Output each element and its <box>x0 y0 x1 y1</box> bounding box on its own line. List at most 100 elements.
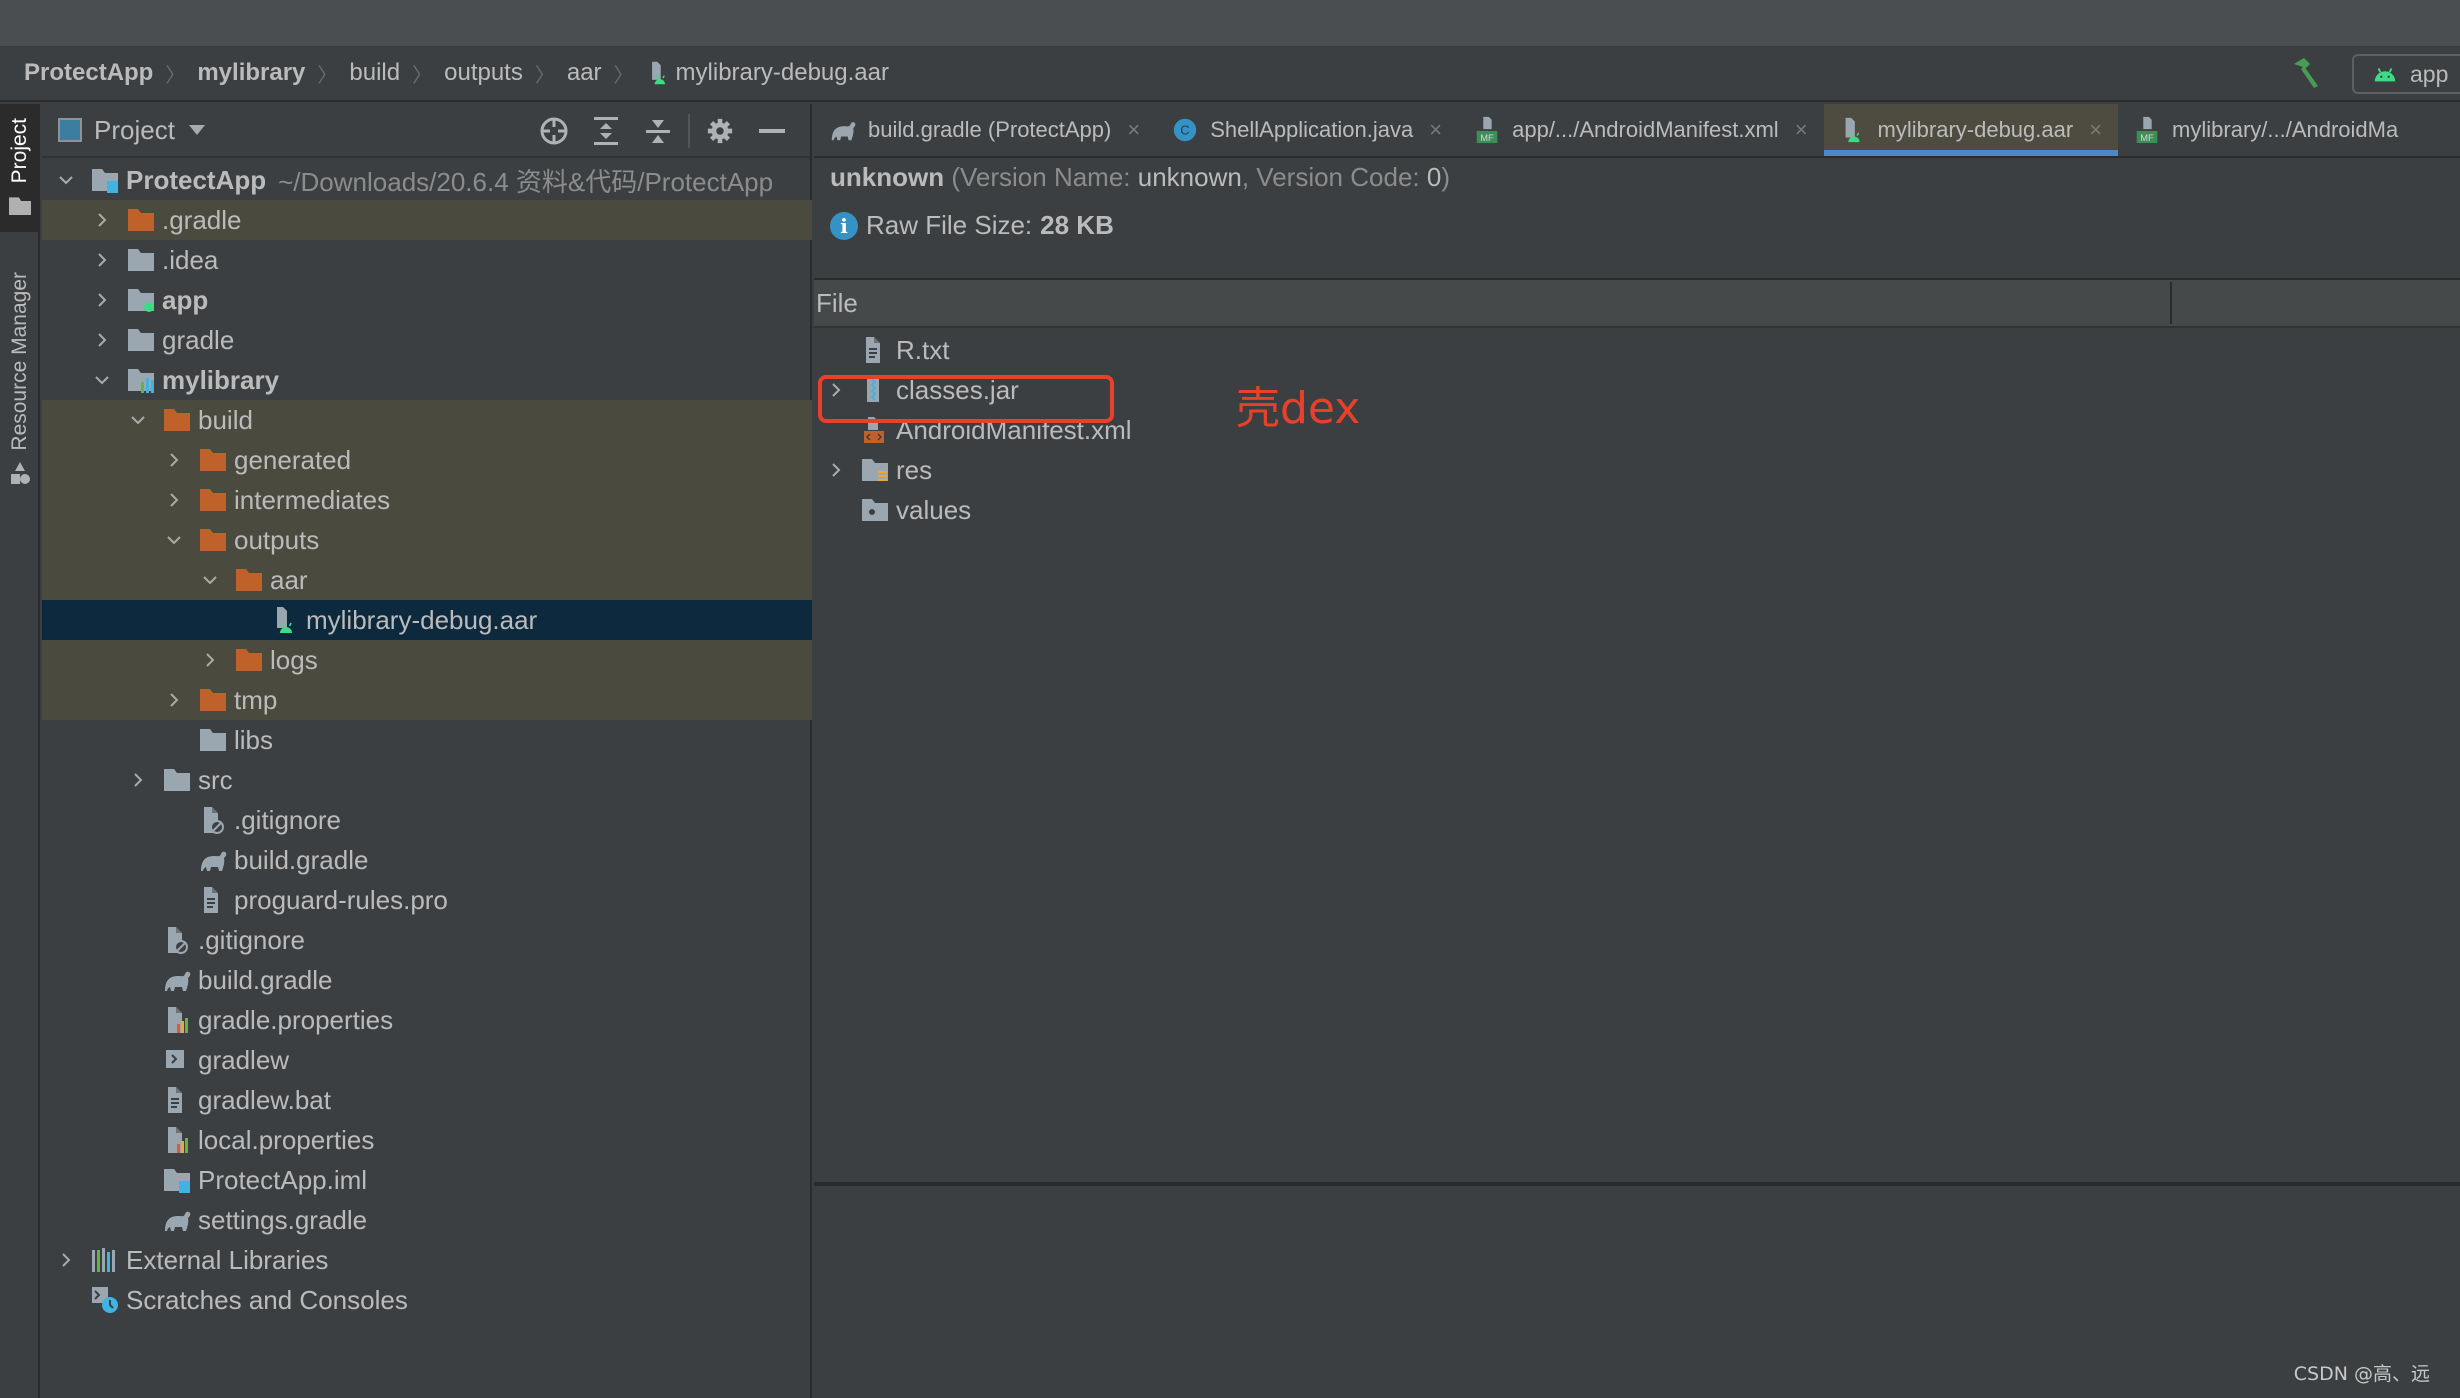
run-config-label: app <box>2410 60 2449 87</box>
breadcrumb-item[interactable]: mylibrary <box>197 59 305 87</box>
tool-tab-resource-manager[interactable]: Resource Manager <box>0 272 40 512</box>
tree-item[interactable]: libs <box>42 720 812 760</box>
tree-item[interactable]: .gradle <box>42 200 812 240</box>
chevron-down-icon[interactable] <box>128 410 148 430</box>
tree-item-label: gradlew <box>198 1044 290 1075</box>
chevron-down-icon[interactable] <box>200 570 220 590</box>
column-divider[interactable] <box>2170 282 2172 324</box>
apk-summary: unknown (Version Name: unknown, Version … <box>830 162 1450 192</box>
breadcrumb-item[interactable]: ProtectApp <box>24 59 153 87</box>
collapse-all-icon[interactable] <box>632 114 684 148</box>
breadcrumb-item[interactable]: outputs <box>444 59 523 87</box>
tree-item[interactable]: gradlew <box>42 1040 812 1080</box>
folder-orange-icon <box>126 206 156 234</box>
tree-item[interactable]: aar <box>42 560 812 600</box>
horizontal-splitter[interactable] <box>814 1182 2460 1186</box>
tree-item[interactable]: ProtectApp ~/Downloads/20.6.4 资料&代码/Prote… <box>42 160 812 200</box>
tree-item[interactable]: ProtectApp.iml <box>42 1160 812 1200</box>
hide-icon[interactable] <box>746 114 798 148</box>
tree-item[interactable]: local.properties <box>42 1120 812 1160</box>
locate-icon[interactable] <box>528 114 580 148</box>
chevron-right-icon[interactable] <box>128 770 148 790</box>
tree-item-label: ProtectApp <box>126 164 267 195</box>
chevron-right-icon[interactable] <box>826 460 846 480</box>
tree-item[interactable]: intermediates <box>42 480 812 520</box>
tree-item-path: ~/Downloads/20.6.4 资料&代码/ProtectApp <box>278 166 774 197</box>
tree-item[interactable]: build.gradle <box>42 960 812 1000</box>
tree-item-label: build.gradle <box>234 844 369 875</box>
tree-item[interactable]: gradle <box>42 320 812 360</box>
tree-item[interactable]: External Libraries <box>42 1240 812 1280</box>
version-code-label: Version Code: <box>1256 162 1420 192</box>
tree-item[interactable]: .idea <box>42 240 812 280</box>
aar-file-table: File R.txt classes.jar AndroidManifest.xml… <box>814 278 2460 1184</box>
breadcrumb-item[interactable]: mylibrary-debug.aar <box>646 59 889 87</box>
chevron-down-icon[interactable] <box>164 530 184 550</box>
file-row-label: R.txt <box>896 334 950 365</box>
file-row[interactable]: res <box>814 450 2460 490</box>
close-icon[interactable]: × <box>1795 117 1808 143</box>
chevron-right-icon[interactable] <box>56 1250 76 1270</box>
chevron-right-icon[interactable] <box>200 650 220 670</box>
editor-tab-label: ShellApplication.java <box>1210 117 1414 142</box>
chevron-down-icon[interactable] <box>56 170 76 190</box>
close-icon[interactable]: × <box>1127 117 1140 143</box>
tree-item[interactable]: Scratches and Consoles <box>42 1280 812 1320</box>
tree-item[interactable]: generated <box>42 440 812 480</box>
expand-all-icon[interactable] <box>580 114 632 148</box>
breadcrumb-label: build <box>349 59 401 86</box>
tree-item[interactable]: .gitignore <box>42 920 812 960</box>
tree-item[interactable]: proguard-rules.pro <box>42 880 812 920</box>
gear-icon[interactable] <box>694 114 746 148</box>
file-row[interactable]: R.txt <box>814 330 2460 370</box>
tree-item[interactable]: outputs <box>42 520 812 560</box>
run-config-selector[interactable]: app <box>2352 54 2460 94</box>
file-row[interactable]: values <box>814 490 2460 530</box>
tree-item[interactable]: logs <box>42 640 812 680</box>
breadcrumb-item[interactable]: build <box>349 59 400 87</box>
editor-tab[interactable]: build.gradle (ProtectApp) × <box>814 104 1156 156</box>
chevron-right-icon[interactable] <box>92 290 112 310</box>
chevron-right-icon[interactable] <box>92 330 112 350</box>
tree-item[interactable]: gradle.properties <box>42 1000 812 1040</box>
tree-item[interactable]: app <box>42 280 812 320</box>
editor-tab[interactable]: MF app/.../AndroidManifest.xml × <box>1458 104 1823 156</box>
gradle-icon <box>162 1206 192 1234</box>
tree-item[interactable]: build <box>42 400 812 440</box>
svg-text:MF: MF <box>2140 133 2154 143</box>
chevron-right-icon[interactable] <box>164 450 184 470</box>
watermark: CSDN @高、远 <box>2293 1363 2430 1385</box>
hammer-icon[interactable] <box>2288 54 2328 94</box>
chevron-right-icon[interactable] <box>92 250 112 270</box>
tree-item[interactable]: tmp <box>42 680 812 720</box>
project-view-selector[interactable]: Project <box>94 115 175 146</box>
tree-item[interactable]: settings.gradle <box>42 1200 812 1240</box>
tree-item-label: mylibrary <box>162 364 280 395</box>
tree-item[interactable]: .gitignore <box>42 800 812 840</box>
editor-tab[interactable]: MF mylibrary/.../AndroidMa <box>2118 104 2414 156</box>
tool-tab-project[interactable]: Project <box>0 104 40 232</box>
gradle-icon <box>198 846 228 874</box>
chevron-right-icon[interactable] <box>92 210 112 230</box>
tree-item[interactable]: mylibrary-debug.aar <box>42 600 812 640</box>
folder-orange-icon <box>198 446 228 474</box>
tree-item-label: .gradle <box>162 204 242 235</box>
tree-item[interactable]: gradlew.bat <box>42 1080 812 1120</box>
column-header-file[interactable]: File <box>816 288 858 319</box>
chevron-down-icon[interactable] <box>188 125 205 135</box>
close-icon[interactable]: × <box>1429 117 1442 143</box>
tree-item[interactable]: build.gradle <box>42 840 812 880</box>
breadcrumb-item[interactable]: aar <box>567 59 602 87</box>
tree-item[interactable]: src <box>42 760 812 800</box>
chevron-down-icon[interactable] <box>92 370 112 390</box>
folder-orange-icon <box>234 646 264 674</box>
toolbar-divider <box>688 114 690 148</box>
editor-tab[interactable]: mylibrary-debug.aar × <box>1823 104 2119 156</box>
folder-icon <box>126 246 156 274</box>
chevron-right-icon[interactable] <box>164 690 184 710</box>
close-icon[interactable]: × <box>2089 117 2102 143</box>
iml-icon <box>162 1166 192 1194</box>
editor-tab[interactable]: C ShellApplication.java × <box>1156 104 1458 156</box>
chevron-right-icon[interactable] <box>164 490 184 510</box>
tree-item[interactable]: mylibrary <box>42 360 812 400</box>
